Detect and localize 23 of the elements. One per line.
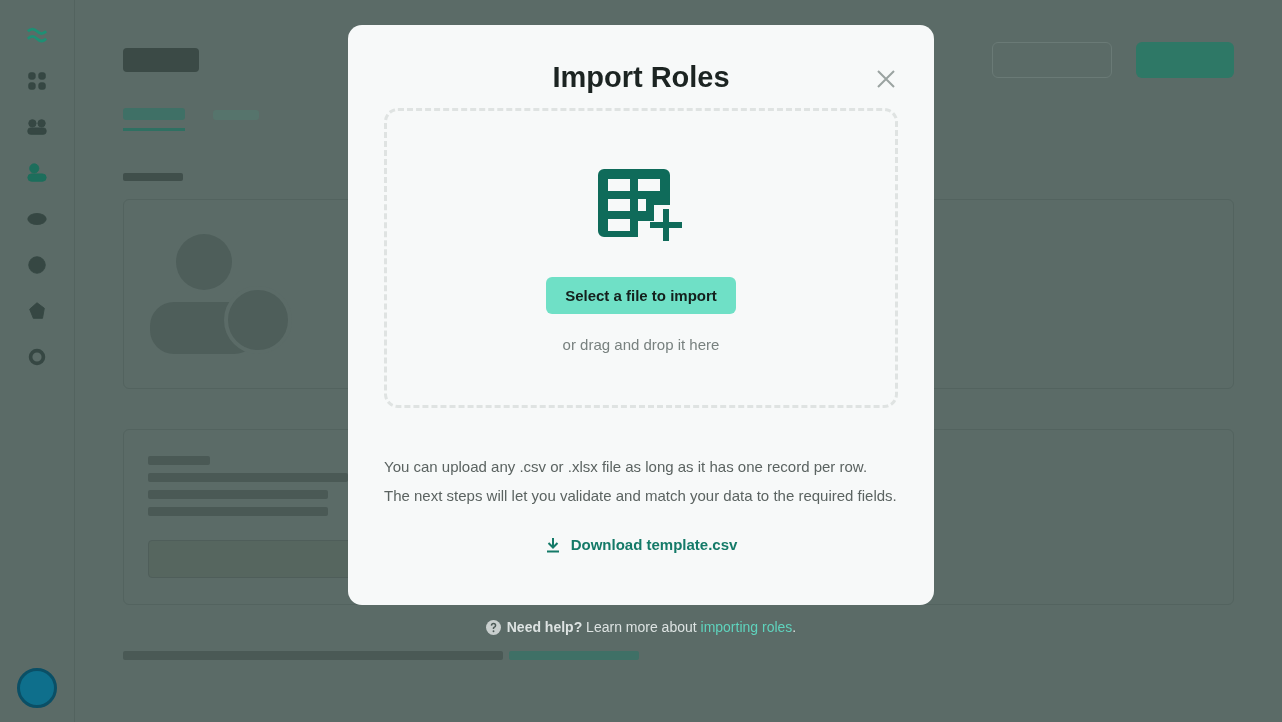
sidebar-icon[interactable] — [26, 254, 48, 276]
download-icon — [544, 536, 561, 553]
table-add-icon — [598, 169, 684, 243]
blurred-button[interactable] — [1136, 42, 1234, 78]
drop-zone[interactable]: Select a file to import or drag and drop it here — [384, 108, 898, 408]
avatar[interactable] — [17, 668, 57, 708]
blurred-text — [123, 173, 183, 181]
blurred-tab[interactable] — [123, 108, 185, 120]
help-text: Need help? Learn more about importing roles. — [506, 619, 797, 635]
dialog-title: Import Roles — [552, 61, 730, 94]
help-icon — [485, 619, 501, 635]
download-link[interactable]: Download template.csv — [544, 536, 738, 553]
select-file-button[interactable]: Select a file to import — [546, 277, 736, 314]
info-text: You can upload any .csv or .xlsx file as long as it has one record per row. — [384, 458, 869, 475]
sidebar-icon[interactable] — [26, 116, 48, 138]
blurred-link[interactable] — [509, 651, 639, 660]
sidebar-icon[interactable] — [26, 346, 48, 368]
drop-hint: or drag and drop it here — [562, 336, 720, 353]
sidebar-icon[interactable] — [26, 70, 48, 92]
sidebar-icon[interactable] — [26, 162, 48, 184]
close-button[interactable] — [876, 69, 896, 89]
sidebar-icon[interactable] — [26, 300, 48, 322]
info-text: The next steps will let you validate and match your data to the required fields. — [384, 487, 898, 504]
